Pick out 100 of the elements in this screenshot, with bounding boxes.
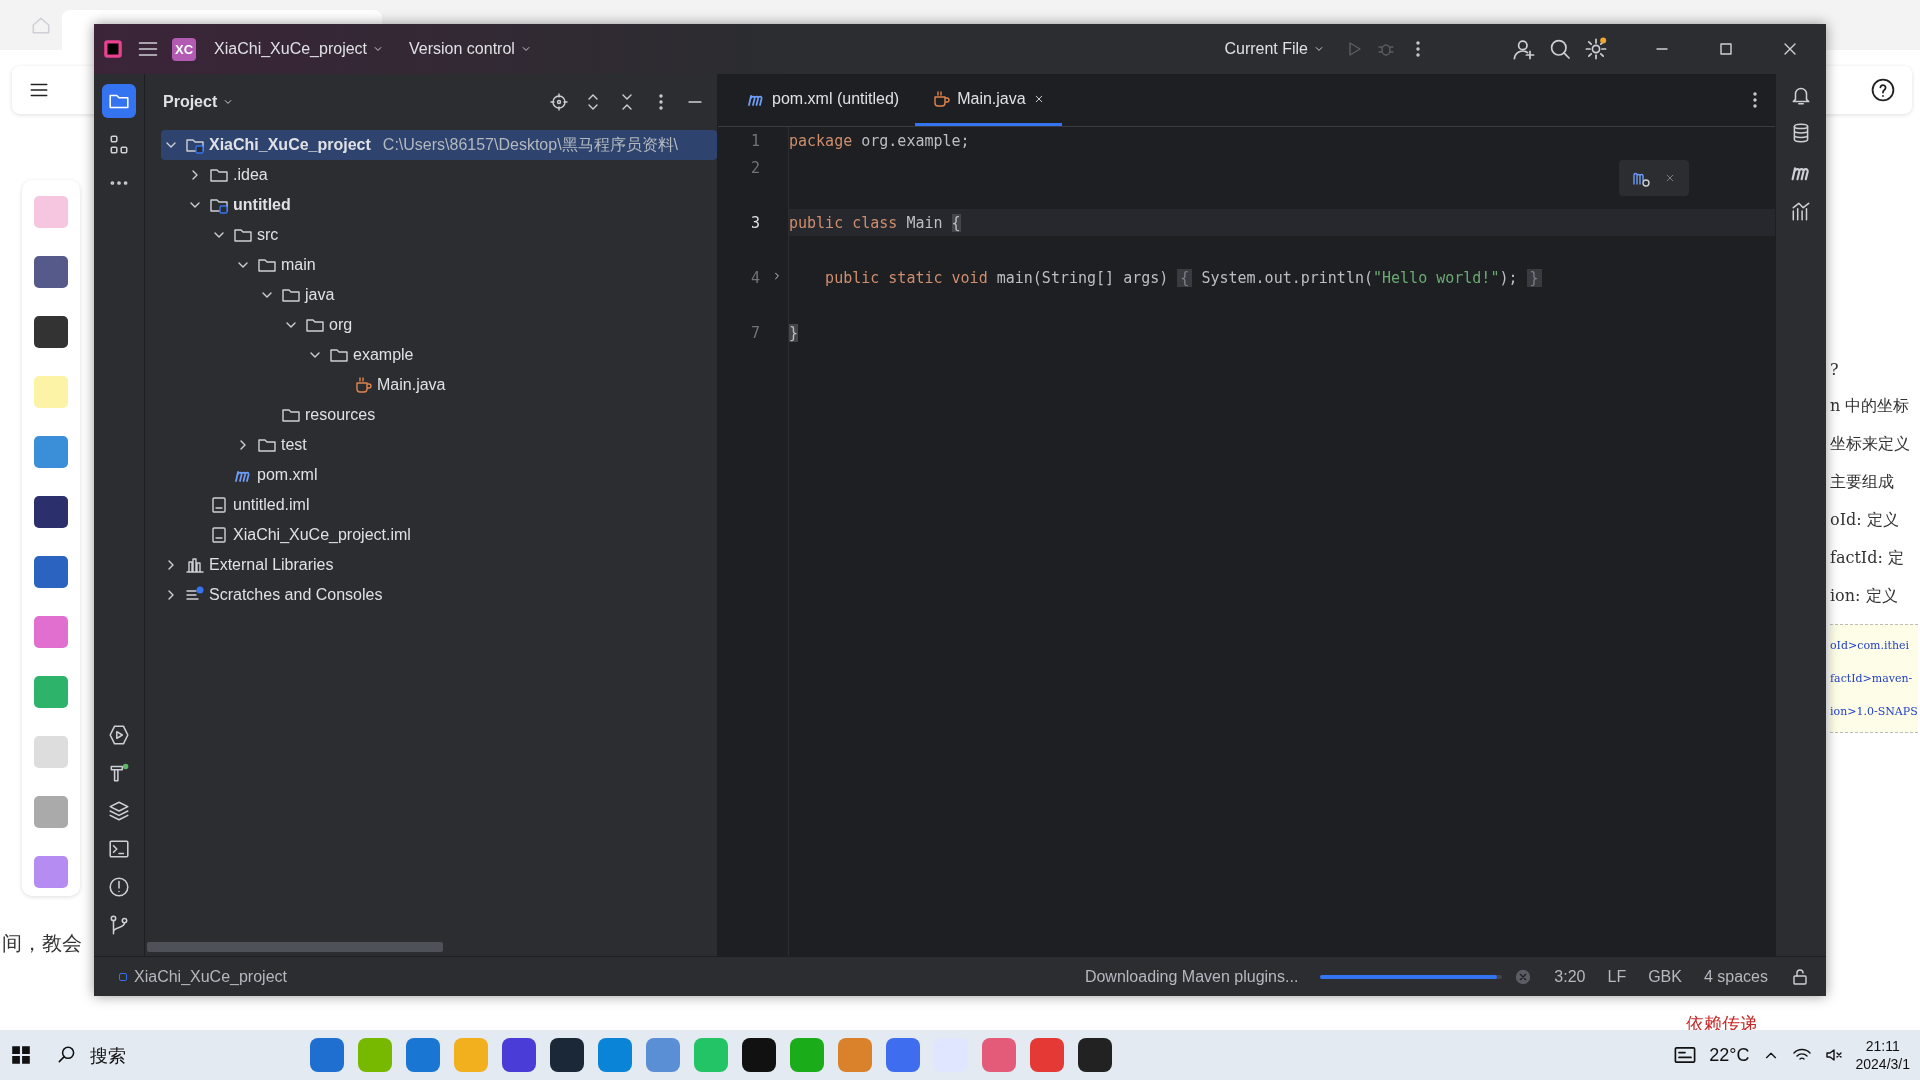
document-text: 坐标来定义 — [1830, 434, 1911, 455]
tree-label: java — [305, 286, 335, 304]
scrollbar[interactable] — [147, 942, 443, 952]
indent-setting[interactable]: 4 spaces — [1703, 967, 1768, 986]
document-text: ion: 定义 — [1830, 586, 1899, 607]
palette-tool-icon[interactable] — [34, 316, 68, 348]
terminal-icon[interactable] — [108, 838, 130, 860]
line-ending[interactable]: LF — [1607, 967, 1627, 986]
structure-icon[interactable] — [108, 134, 130, 156]
document-text: n 中的坐标 — [1830, 396, 1911, 417]
document-text: factId: 定 — [1830, 548, 1905, 569]
project-selector[interactable]: XiaChi_XuCe_project — [208, 36, 392, 62]
tree-label: resources — [305, 406, 376, 424]
tree-item[interactable]: untitled.iml — [161, 490, 717, 520]
clock[interactable]: 21:11 2024/3/1 — [1855, 1037, 1910, 1073]
git-branch-icon[interactable] — [108, 914, 130, 936]
run-config-selector[interactable]: Current File — [1218, 36, 1332, 62]
status-project[interactable]: XiaChi_XuCe_project — [110, 966, 293, 987]
palette-tool-icon[interactable] — [34, 556, 68, 588]
vcs-menu[interactable]: Version control — [403, 36, 539, 62]
code-line: public static void main(String[] args) { System.out.println("Hello world!"); } — [789, 268, 1542, 287]
tree-item[interactable]: org — [161, 310, 717, 340]
tree-label: Scratches and Consoles — [209, 586, 383, 604]
tree-item[interactable]: Main.java — [161, 370, 717, 400]
code-text: oId>com.ithei — [1830, 639, 1910, 652]
tree-item[interactable]: resources — [161, 400, 717, 430]
tree-label: untitled.iml — [233, 496, 310, 514]
tree-item[interactable]: XiaChi_XuCe_project C:\Users\86157\Desktop\黑马程序员资料\ — [161, 130, 717, 160]
cup-icon[interactable] — [353, 375, 373, 395]
file-icon[interactable] — [209, 525, 229, 545]
code-text: factId>maven- — [1830, 672, 1914, 685]
tree-label: pom.xml — [257, 466, 318, 484]
line-number: 3 — [750, 213, 760, 232]
help-icon[interactable] — [1870, 77, 1896, 103]
search-icon[interactable] — [1548, 37, 1572, 61]
hammer-icon[interactable] — [108, 762, 130, 784]
tree-label: src — [257, 226, 279, 244]
windows-icon[interactable] — [10, 1044, 32, 1066]
tree-item[interactable]: example — [161, 340, 717, 370]
project-badge: XC — [172, 37, 197, 61]
document-text: oId: 定义 — [1830, 510, 1900, 531]
app-logo-icon — [102, 38, 124, 60]
tree-item[interactable]: test — [161, 430, 717, 460]
problems-icon[interactable] — [108, 876, 130, 898]
tree-label: XiaChi_XuCe_project — [209, 136, 371, 154]
tree-label: test — [281, 436, 307, 454]
taskbar-app-icon[interactable] — [550, 1038, 584, 1072]
line-number: 2 — [750, 158, 760, 177]
tree-item[interactable]: src — [161, 220, 717, 250]
encoding[interactable]: GBK — [1648, 967, 1682, 986]
project-path: C:\Users\86157\Desktop\黑马程序员资料\ — [382, 134, 679, 155]
document-text: 主要组成 — [1830, 472, 1895, 493]
taskbar-app-icon[interactable] — [742, 1038, 776, 1072]
line-number: 7 — [750, 323, 760, 342]
tree-item[interactable]: pom.xml — [161, 460, 717, 490]
editor-tab[interactable]: Main.java — [915, 74, 1062, 126]
palette-tool-icon[interactable] — [34, 496, 68, 528]
layers-icon[interactable] — [108, 800, 130, 822]
code-line: package org.example; — [789, 131, 970, 150]
tree-label: example — [353, 346, 414, 364]
project-tool-button[interactable] — [102, 84, 136, 118]
tree-item[interactable]: External Libraries — [161, 550, 717, 580]
tree-item[interactable]: XiaChi_XuCe_project.iml — [161, 520, 717, 550]
code-line: public class Main { — [789, 213, 961, 232]
settings-icon[interactable] — [1584, 37, 1608, 61]
tree-label: External Libraries — [209, 556, 334, 574]
tree-label: org — [329, 316, 353, 334]
tree-item[interactable]: .idea — [161, 160, 717, 190]
tree-item[interactable]: untitled — [161, 190, 717, 220]
taskbar-app-icon[interactable] — [1078, 1038, 1112, 1072]
add-user-icon[interactable] — [1512, 37, 1536, 61]
code-text: ion>1.0-SNAPS — [1830, 705, 1918, 718]
cup-icon[interactable] — [931, 88, 952, 109]
panel-title[interactable]: Project — [157, 92, 242, 112]
document-text: 间，教会 — [2, 930, 82, 957]
caret-position[interactable]: 3:20 — [1554, 967, 1586, 986]
cancel-icon[interactable] — [1514, 967, 1533, 986]
tree-label: XiaChi_XuCe_project.iml — [233, 526, 411, 544]
tree-item[interactable]: Scratches and Consoles — [161, 580, 717, 610]
tree-label: .idea — [233, 166, 268, 184]
status-task: Downloading Maven plugins... — [1084, 967, 1299, 986]
palette-tool-icon[interactable] — [34, 256, 68, 288]
locate-icon[interactable] — [549, 92, 569, 112]
line-number: 4 — [750, 268, 760, 287]
document-text: ? — [1830, 360, 1840, 379]
tree-label: main — [281, 256, 316, 274]
chart-icon[interactable] — [1790, 200, 1812, 222]
editor-tab[interactable]: pom.xml (untitled) — [730, 74, 916, 126]
tree-item[interactable]: java — [161, 280, 717, 310]
lock-icon[interactable] — [1790, 966, 1810, 987]
tree-label: untitled — [233, 196, 291, 214]
weather-text: 22°C — [1709, 1044, 1750, 1066]
taskbar-app-icon[interactable] — [502, 1038, 536, 1072]
library-icon[interactable] — [185, 555, 205, 575]
search-field[interactable]: 搜索 — [88, 1043, 232, 1067]
run-icon[interactable] — [108, 724, 130, 746]
tree-label: Main.java — [377, 376, 446, 394]
tree-item[interactable]: main — [161, 250, 717, 280]
file-icon[interactable] — [209, 495, 229, 515]
line-number: 1 — [750, 131, 760, 150]
